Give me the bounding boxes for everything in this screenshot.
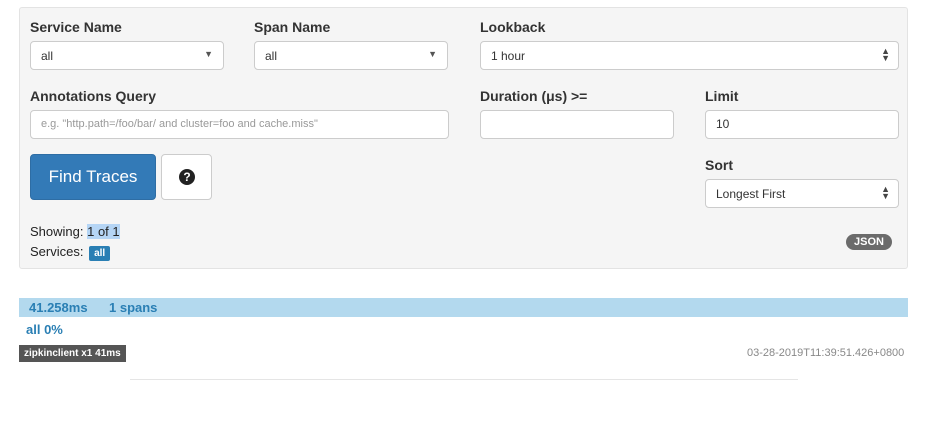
json-button[interactable]: JSON (846, 234, 892, 250)
service-name-select[interactable]: all ▼ (30, 41, 224, 70)
span-name-select[interactable]: all ▼ (254, 41, 448, 70)
duration-label: Duration (μs) >= (480, 88, 588, 104)
sort-value: Longest First (716, 187, 786, 201)
chevron-down-icon: ▼ (428, 49, 437, 59)
sort-select[interactable]: Longest First ▲ ▼ (705, 179, 899, 208)
showing-value: 1 of 1 (87, 224, 120, 239)
lookback-select[interactable]: 1 hour ▲ ▼ (480, 41, 899, 70)
trace-span-count: 1 spans (109, 300, 158, 315)
service-name-value: all (41, 49, 54, 63)
trace-service-percentage: all 0% (26, 322, 63, 337)
service-name-label: Service Name (30, 19, 122, 35)
showing-label: Showing: (30, 224, 84, 239)
chevron-down-icon: ▼ (204, 49, 213, 59)
sort-label: Sort (705, 157, 733, 173)
trace-duration: 41.258ms (29, 300, 88, 315)
question-circle-icon: ? (179, 169, 195, 185)
lookback-label: Lookback (480, 19, 546, 35)
annotations-query-input[interactable]: e.g. "http.path=/foo/bar/ and cluster=fo… (30, 110, 449, 139)
updown-arrows-icon: ▲ ▼ (881, 46, 890, 63)
duration-input[interactable] (480, 110, 674, 139)
service-duration-tag: zipkinclient x1 41ms (19, 345, 126, 362)
limit-input[interactable]: 10 (705, 110, 899, 139)
span-name-value: all (265, 49, 278, 63)
services-label: Services: (30, 244, 84, 259)
find-traces-button[interactable]: Find Traces (30, 154, 156, 200)
service-badge-all[interactable]: all (89, 246, 111, 261)
trace-timestamp: 03-28-2019T11:39:51.426+0800 (747, 347, 905, 359)
limit-label: Limit (705, 88, 739, 104)
showing-count: Showing: 1 of 1 (30, 224, 120, 239)
trace-summary-bar[interactable]: 41.258ms 1 spans (19, 298, 908, 317)
span-name-label: Span Name (254, 19, 331, 35)
annotations-query-label: Annotations Query (30, 88, 157, 104)
lookback-value: 1 hour (491, 49, 526, 63)
help-button[interactable]: ? (161, 154, 212, 200)
search-panel: Service Name all ▼ Span Name all ▼ Lookb… (19, 7, 908, 269)
services-filter: Services: all (30, 244, 111, 261)
updown-arrows-icon: ▲ ▼ (881, 184, 890, 201)
divider (130, 379, 798, 380)
